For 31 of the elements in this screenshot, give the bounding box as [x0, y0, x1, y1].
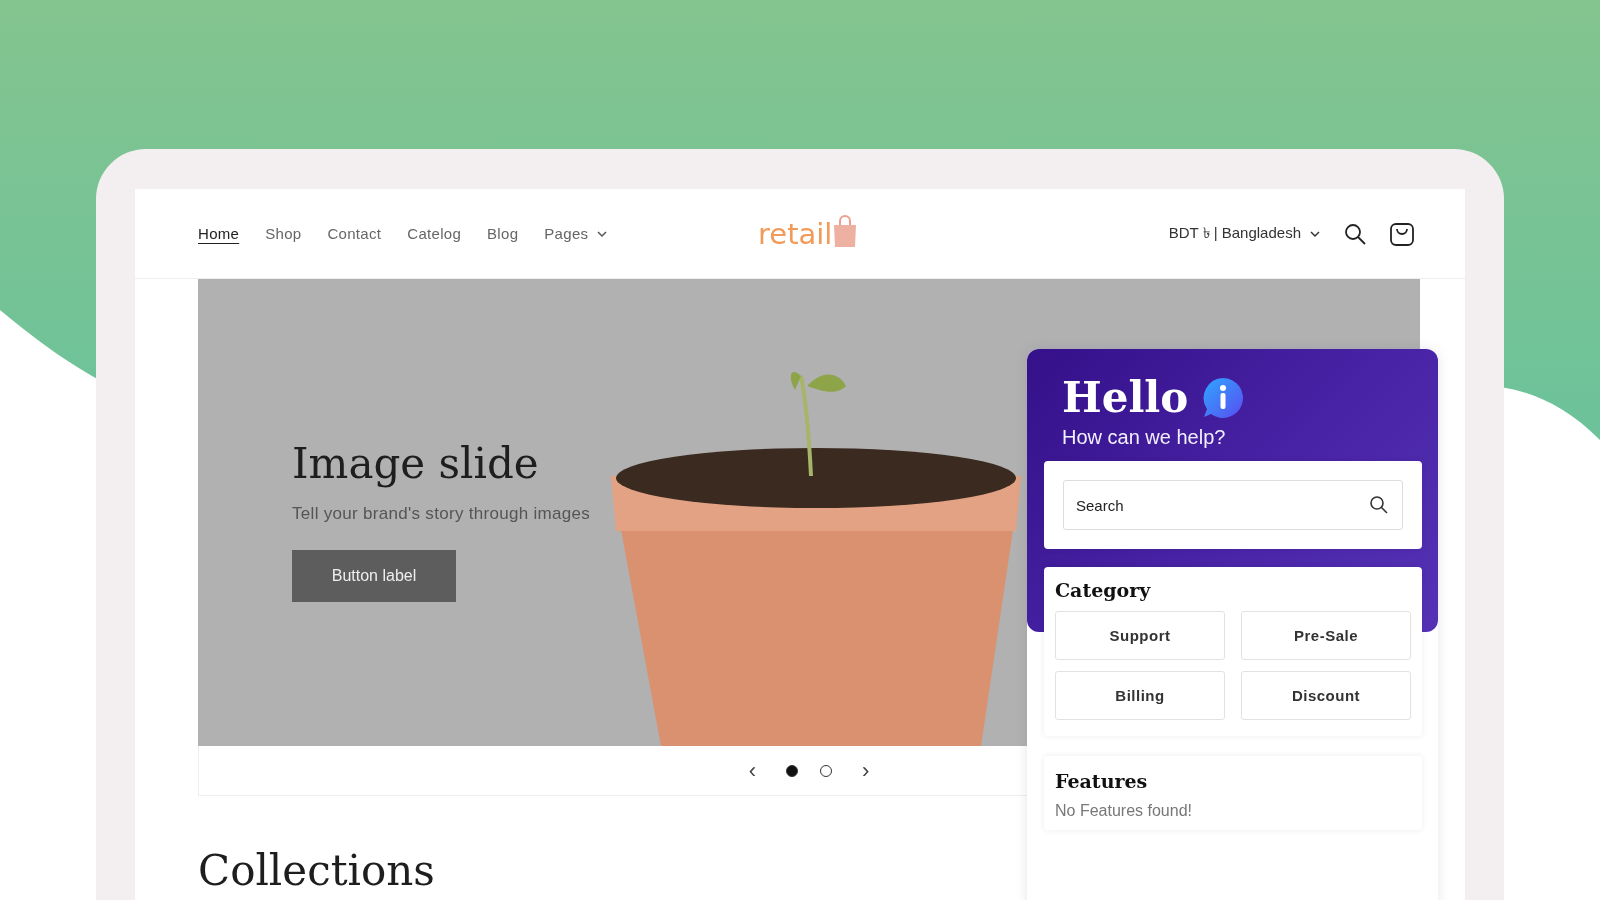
logo-text: retail — [758, 220, 833, 249]
slide-dot[interactable] — [786, 764, 798, 777]
search-icon[interactable] — [1343, 221, 1367, 246]
next-slide-button[interactable]: › — [854, 757, 878, 784]
category-button[interactable]: Pre-Sale — [1241, 611, 1411, 660]
nav-link[interactable]: Pages — [544, 225, 609, 242]
previous-slide-button[interactable]: ‹ — [740, 757, 764, 784]
features-heading: Features — [1055, 770, 1149, 792]
nav-link[interactable]: Blog — [487, 225, 519, 242]
shopping-bag-icon — [832, 215, 859, 249]
widget-subtitle: How can we help? — [1062, 426, 1227, 449]
search-field[interactable]: Search — [1063, 480, 1403, 530]
nav-link[interactable]: Catelog — [407, 225, 462, 242]
hero-subtitle: Tell your brand's story through images — [292, 504, 591, 524]
nav-link[interactable]: Contact — [327, 225, 382, 242]
hero-title: Image slide — [292, 439, 540, 488]
nav-link[interactable]: Shop — [265, 225, 302, 242]
hero-button[interactable]: Button label — [292, 550, 456, 602]
empty-message: No Features found! — [1055, 802, 1193, 820]
category-button[interactable]: Discount — [1241, 671, 1411, 720]
widget-title: Hello — [1062, 373, 1189, 422]
currency-selector[interactable]: BDT ৳ | Bangladesh — [1168, 221, 1321, 246]
category-heading: Category — [1055, 579, 1152, 601]
slide-dot[interactable] — [820, 764, 832, 777]
info-bubble-icon — [1202, 376, 1245, 419]
search-icon[interactable] — [1369, 495, 1389, 515]
nav-link[interactable]: Home — [198, 225, 240, 242]
collections-heading: Collections — [198, 846, 436, 895]
cart-icon[interactable] — [1389, 220, 1415, 247]
category-button[interactable]: Support — [1055, 611, 1225, 660]
category-button[interactable]: Billing — [1055, 671, 1225, 720]
